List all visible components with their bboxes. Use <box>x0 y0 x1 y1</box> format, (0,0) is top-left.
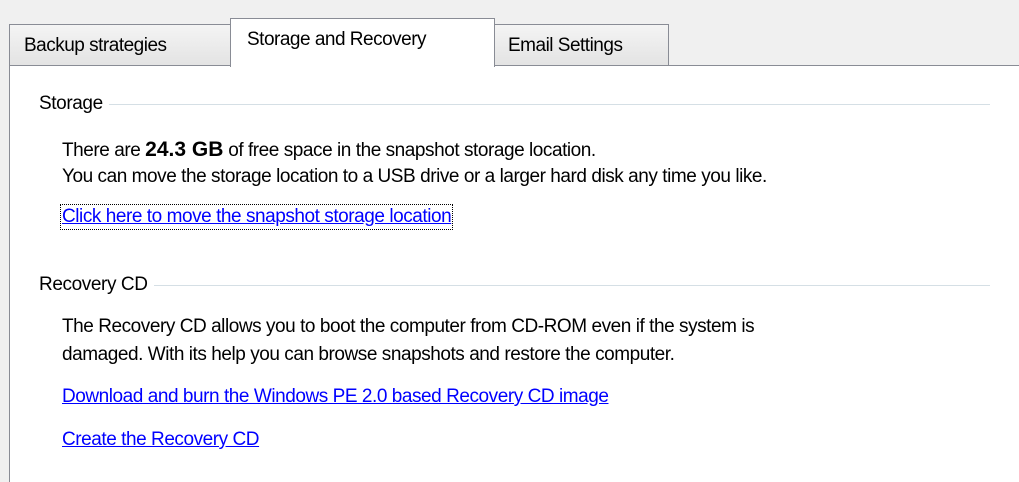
settings-window: Backup strategies Email Settings Storage… <box>0 0 1019 482</box>
storage-group-header: Storage <box>39 93 990 115</box>
create-recovery-cd-link[interactable]: Create the Recovery CD <box>62 429 260 451</box>
move-storage-location-link[interactable]: Click here to move the snapshot storage … <box>59 204 454 230</box>
storage-group-divider <box>108 104 990 106</box>
tab-panel-storage-and-recovery: Storage There are 24.3 GB of free space … <box>9 65 1019 482</box>
tab-email-settings[interactable]: Email Settings <box>493 24 669 66</box>
tab-backup-strategies[interactable]: Backup strategies <box>9 24 232 66</box>
storage-free-space-text: There are 24.3 GB of free space in the s… <box>62 138 596 162</box>
storage-free-space-suffix: of free space in the snapshot storage lo… <box>223 140 596 161</box>
tab-storage-and-recovery[interactable]: Storage and Recovery <box>230 18 495 67</box>
recovery-description-line-1: The Recovery CD allows you to boot the c… <box>62 316 755 337</box>
storage-free-space-value: 24.3 GB <box>145 138 224 161</box>
recovery-group-divider <box>153 285 990 287</box>
storage-free-space-prefix: There are <box>62 140 146 161</box>
tab-email-settings-label: Email Settings <box>508 34 623 56</box>
recovery-group-title: Recovery CD <box>39 274 148 295</box>
download-recovery-cd-link[interactable]: Download and burn the Windows PE 2.0 bas… <box>62 386 609 408</box>
recovery-group-header: Recovery CD <box>39 274 990 296</box>
storage-move-hint-text: You can move the storage location to a U… <box>62 166 767 187</box>
storage-group-title: Storage <box>39 93 103 114</box>
tab-strip: Backup strategies Email Settings Storage… <box>9 0 1019 67</box>
tab-backup-strategies-label: Backup strategies <box>24 34 167 56</box>
tab-storage-and-recovery-label: Storage and Recovery <box>247 29 427 50</box>
recovery-description-line-2: damaged. With its help you can browse sn… <box>62 344 675 365</box>
